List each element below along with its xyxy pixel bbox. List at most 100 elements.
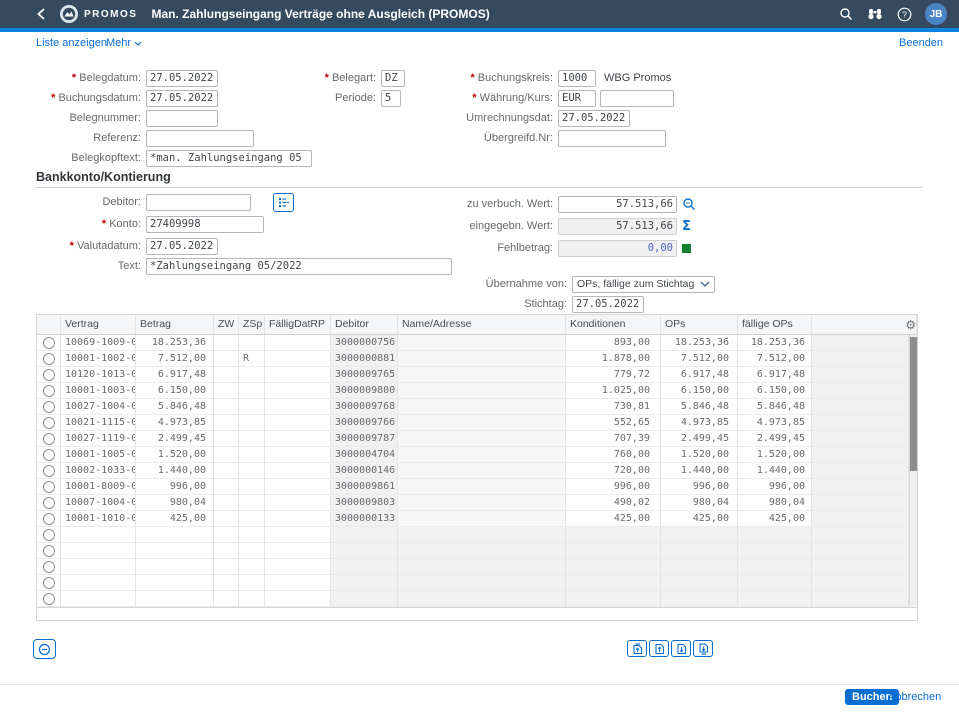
row-select-radio[interactable] bbox=[43, 513, 55, 525]
cell-konditionen[interactable]: 996,00 bbox=[566, 479, 661, 495]
debitor-account-list-button[interactable] bbox=[273, 193, 294, 212]
cell-betrag[interactable]: 2.499,45 bbox=[136, 431, 214, 447]
periode-input[interactable] bbox=[381, 90, 401, 107]
cell-vertrag[interactable]: 10001-8009-01 bbox=[61, 479, 136, 495]
cell-faelligdatrp[interactable] bbox=[265, 383, 331, 399]
remove-row-button[interactable] bbox=[33, 639, 56, 659]
uebernahme-von-select[interactable]: OPs, fällige zum Stichtag bbox=[572, 276, 715, 293]
cell-select-column[interactable] bbox=[37, 511, 61, 527]
menu-liste-anzeigen[interactable]: Liste anzeigen bbox=[36, 37, 107, 49]
cell-select-column[interactable] bbox=[37, 479, 61, 495]
cell-zsp[interactable]: R bbox=[239, 351, 265, 367]
cell-faelligdatrp[interactable] bbox=[265, 447, 331, 463]
cell-zw[interactable] bbox=[214, 351, 239, 367]
cell-betrag[interactable]: 4.973,85 bbox=[136, 415, 214, 431]
table-horizontal-scrollbar[interactable] bbox=[37, 607, 917, 620]
cell-select-column[interactable] bbox=[37, 335, 61, 351]
column-header-ops[interactable]: OPs bbox=[661, 315, 738, 335]
cell-betrag[interactable]: 980,04 bbox=[136, 495, 214, 511]
belegart-input[interactable] bbox=[381, 70, 405, 87]
column-header-select-column[interactable] bbox=[37, 315, 61, 335]
last-page-button[interactable] bbox=[693, 640, 713, 657]
cell-vertrag[interactable]: 10007-1004-03 bbox=[61, 495, 136, 511]
cell-konditionen[interactable]: 779,72 bbox=[566, 367, 661, 383]
cell-faelligdatrp[interactable] bbox=[265, 511, 331, 527]
cell-betrag[interactable]: 1.440,00 bbox=[136, 463, 214, 479]
column-header-betrag[interactable]: Betrag bbox=[136, 315, 214, 335]
cell-konditionen[interactable]: 760,00 bbox=[566, 447, 661, 463]
cell-faelligdatrp[interactable] bbox=[265, 351, 331, 367]
cell-betrag[interactable]: 7.512,00 bbox=[136, 351, 214, 367]
row-select-radio[interactable] bbox=[43, 385, 55, 397]
row-select-radio[interactable] bbox=[43, 369, 55, 381]
belegnummer-input[interactable] bbox=[146, 110, 218, 127]
cell-betrag[interactable]: 18.253,36 bbox=[136, 335, 214, 351]
row-select-radio[interactable] bbox=[43, 433, 55, 445]
cell-vertrag[interactable]: 10027-1119-02 bbox=[61, 431, 136, 447]
cell-select-column[interactable] bbox=[37, 351, 61, 367]
help-button[interactable]: ? bbox=[896, 6, 912, 22]
cell-vertrag[interactable]: 10120-1013-02 bbox=[61, 367, 136, 383]
konto-input[interactable] bbox=[146, 216, 264, 233]
row-select-radio[interactable] bbox=[43, 545, 55, 557]
text-input[interactable] bbox=[146, 258, 452, 275]
cell-zsp[interactable] bbox=[239, 463, 265, 479]
search-button[interactable] bbox=[838, 6, 854, 22]
row-select-radio[interactable] bbox=[43, 465, 55, 477]
row-select-radio[interactable] bbox=[43, 481, 55, 493]
belegdatum-input[interactable] bbox=[146, 70, 218, 87]
cell-faelligdatrp[interactable] bbox=[265, 399, 331, 415]
cell-vertrag[interactable]: 10001-1002-04 bbox=[61, 351, 136, 367]
cell-faelligdatrp[interactable] bbox=[265, 495, 331, 511]
cell-betrag[interactable]: 1.520,00 bbox=[136, 447, 214, 463]
cell-betrag[interactable]: 6.150,00 bbox=[136, 383, 214, 399]
cell-vertrag[interactable]: 10001-1003-04 bbox=[61, 383, 136, 399]
cell-zsp[interactable] bbox=[239, 367, 265, 383]
cell-zw[interactable] bbox=[214, 367, 239, 383]
buchungsdatum-input[interactable] bbox=[146, 90, 218, 107]
cell-konditionen[interactable]: 707,39 bbox=[566, 431, 661, 447]
column-header-zsp[interactable]: ZSp bbox=[239, 315, 265, 335]
debitor-input[interactable] bbox=[146, 194, 251, 211]
abbrechen-button[interactable]: Abbrechen bbox=[888, 691, 941, 703]
first-page-button[interactable] bbox=[627, 640, 647, 657]
zu-verbuch-wert-input[interactable] bbox=[558, 196, 677, 213]
cell-faelligdatrp[interactable] bbox=[265, 335, 331, 351]
user-avatar[interactable]: JB bbox=[925, 3, 947, 25]
column-header-konditionen[interactable]: Konditionen bbox=[566, 315, 661, 335]
cell-select-column[interactable] bbox=[37, 399, 61, 415]
back-button[interactable] bbox=[36, 6, 50, 22]
cell-zsp[interactable] bbox=[239, 335, 265, 351]
cell-vertrag[interactable]: 10069-1009-02 bbox=[61, 335, 136, 351]
cell-vertrag[interactable]: 10002-1033-02 bbox=[61, 463, 136, 479]
value-lookup-button[interactable] bbox=[682, 197, 696, 211]
cell-zw[interactable] bbox=[214, 383, 239, 399]
cell-betrag[interactable]: 996,00 bbox=[136, 479, 214, 495]
cell-betrag[interactable]: 425,00 bbox=[136, 511, 214, 527]
cell-faelligdatrp[interactable] bbox=[265, 415, 331, 431]
column-header-name-adresse[interactable]: Name/Adresse bbox=[398, 315, 566, 335]
row-select-radio[interactable] bbox=[43, 417, 55, 429]
cell-zw[interactable] bbox=[214, 495, 239, 511]
cell-faelligdatrp[interactable] bbox=[265, 431, 331, 447]
uebergreifdnr-input[interactable] bbox=[558, 130, 666, 147]
kurs-input[interactable] bbox=[600, 90, 674, 107]
cell-zw[interactable] bbox=[214, 479, 239, 495]
sum-button[interactable]: Σ bbox=[682, 219, 691, 234]
row-select-radio[interactable] bbox=[43, 577, 55, 589]
cell-select-column[interactable] bbox=[37, 383, 61, 399]
cell-faelligdatrp[interactable] bbox=[265, 463, 331, 479]
cell-select-column[interactable] bbox=[37, 463, 61, 479]
column-header-debitor[interactable]: Debitor bbox=[331, 315, 398, 335]
cell-select-column[interactable] bbox=[37, 415, 61, 431]
valutadatum-input[interactable] bbox=[146, 238, 218, 255]
cell-zw[interactable] bbox=[214, 447, 239, 463]
cell-zw[interactable] bbox=[214, 335, 239, 351]
column-header-faellige-ops[interactable]: fällige OPs bbox=[738, 315, 812, 335]
menu-beenden[interactable]: Beenden bbox=[899, 37, 943, 49]
cell-select-column[interactable] bbox=[37, 431, 61, 447]
previous-page-button[interactable] bbox=[649, 640, 669, 657]
cell-zsp[interactable] bbox=[239, 511, 265, 527]
row-select-radio[interactable] bbox=[43, 529, 55, 541]
cell-zsp[interactable] bbox=[239, 415, 265, 431]
